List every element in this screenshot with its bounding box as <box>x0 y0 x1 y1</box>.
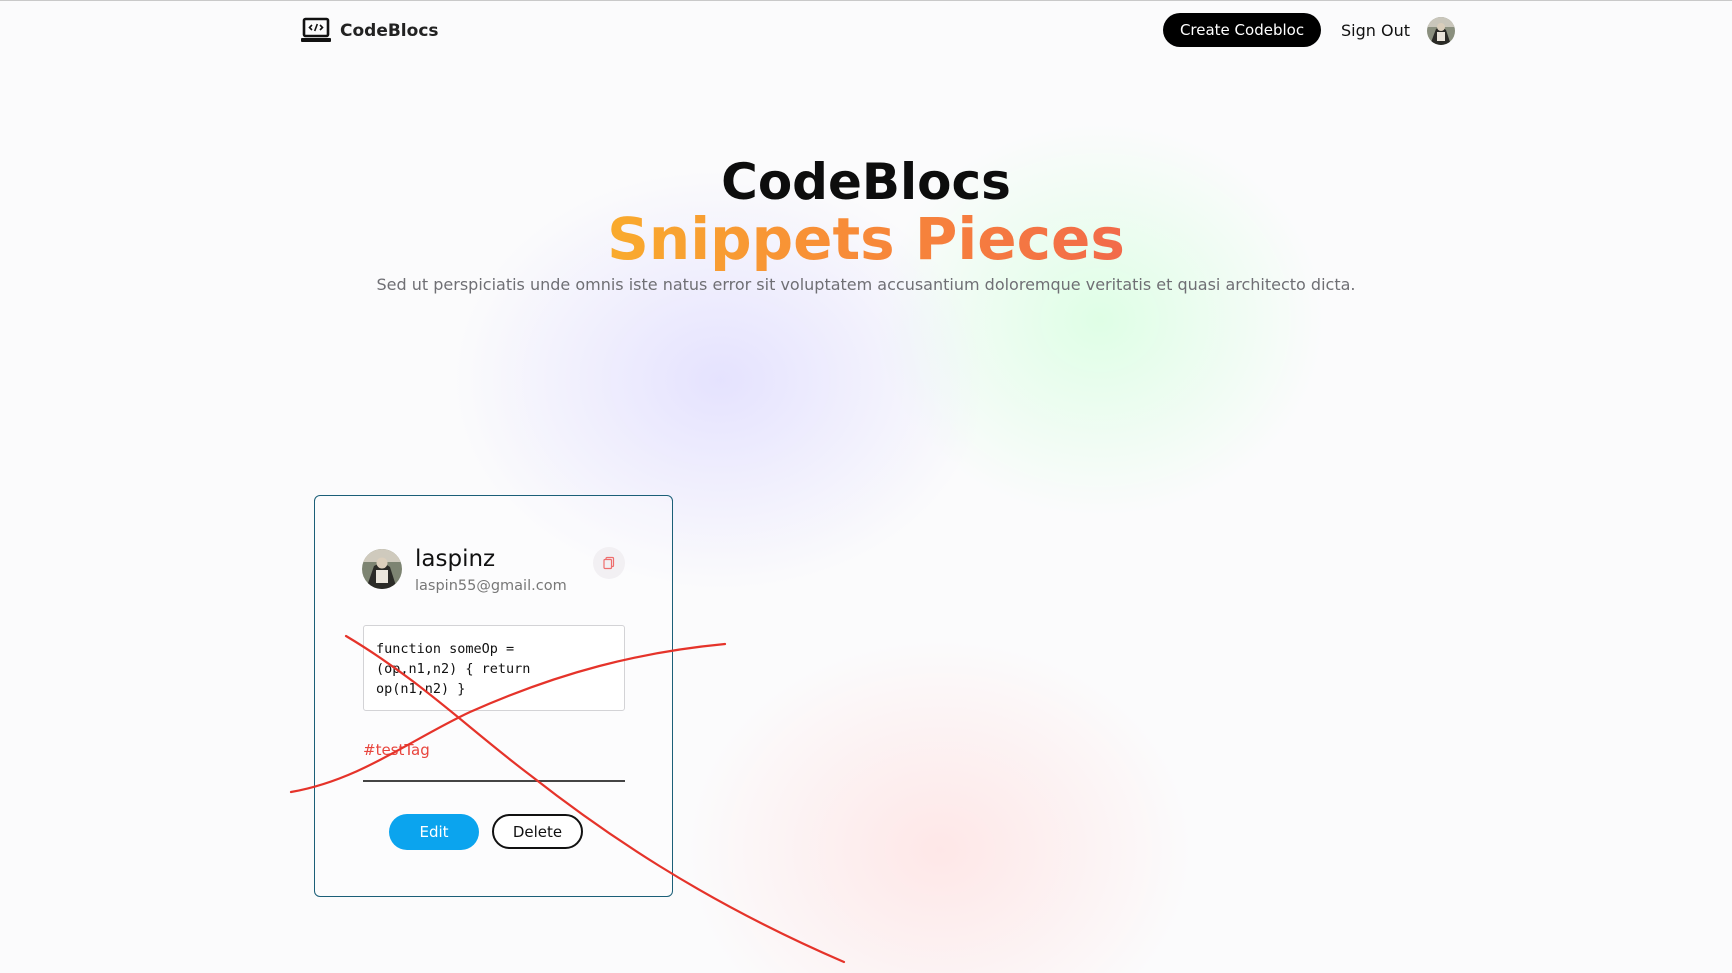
brand-logo[interactable]: CodeBlocs <box>301 16 439 46</box>
hero-subtitle: Snippets Pieces <box>0 202 1732 276</box>
create-codebloc-button[interactable]: Create Codebloc <box>1163 13 1321 47</box>
copy-button[interactable] <box>593 547 625 579</box>
user-avatar[interactable] <box>1427 17 1455 45</box>
navbar: CodeBlocs Create Codebloc Sign Out <box>0 0 1732 62</box>
edit-button[interactable]: Edit <box>389 814 479 850</box>
hero-description: Sed ut perspiciatis unde omnis iste natu… <box>376 275 1356 294</box>
snippet-card: laspinz laspin55@gmail.com function some… <box>314 495 673 897</box>
page-background <box>0 0 1732 973</box>
card-username: laspinz <box>415 546 496 572</box>
laptop-code-icon <box>301 17 331 42</box>
tag-divider <box>363 780 625 782</box>
snippet-tag[interactable]: #testTag <box>363 740 430 760</box>
code-snippet: function someOp = (op,n1,n2) { return op… <box>363 625 625 711</box>
hero-subtitle-text: Snippets Pieces <box>607 205 1125 273</box>
card-avatar <box>362 549 402 589</box>
delete-button[interactable]: Delete <box>492 814 583 849</box>
card-email: laspin55@gmail.com <box>415 578 567 594</box>
avatar-image <box>362 549 402 589</box>
copy-icon <box>603 556 615 570</box>
brand-name: CodeBlocs <box>340 21 439 41</box>
avatar-image <box>1427 17 1455 45</box>
sign-out-link[interactable]: Sign Out <box>1341 18 1410 42</box>
